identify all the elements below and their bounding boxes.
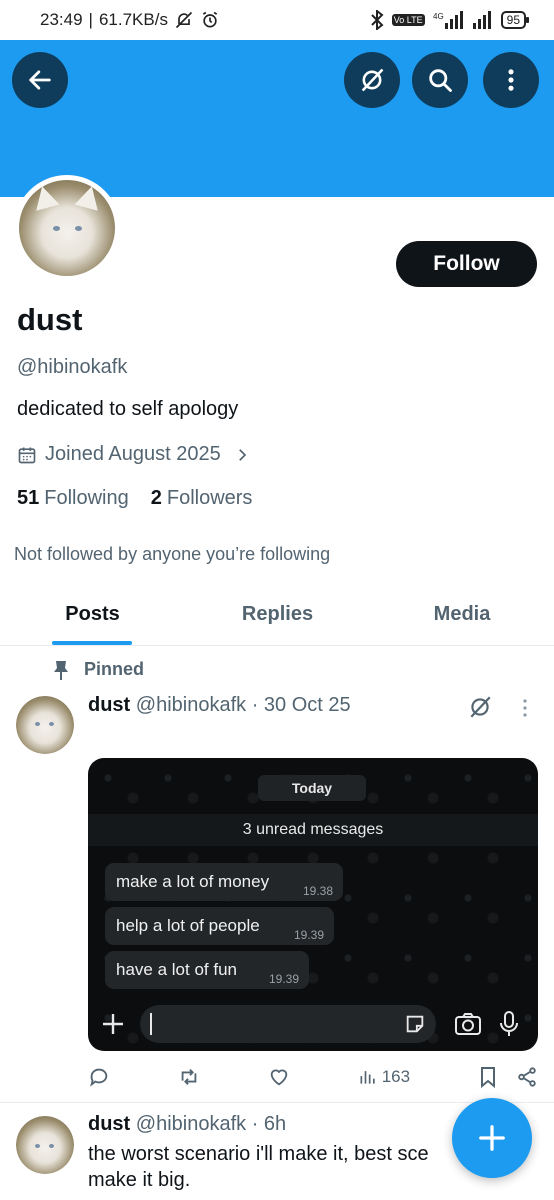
cat-ear — [74, 183, 104, 211]
microphone-icon — [500, 1011, 518, 1036]
grok-icon — [361, 68, 384, 92]
bubble-time: 19.38 — [302, 884, 333, 898]
unread-banner: 3 unread messages — [88, 814, 538, 846]
bubble-text: help a lot of people — [116, 916, 260, 935]
repost-icon[interactable] — [178, 1066, 200, 1088]
grok-icon[interactable] — [467, 694, 493, 720]
avatar-image — [19, 180, 115, 276]
cat-eye — [49, 1144, 54, 1148]
compose-button[interactable] — [452, 1098, 532, 1178]
pinned-indicator: Pinned — [52, 659, 144, 680]
post-more-icon[interactable] — [515, 697, 535, 719]
bubble-text: make a lot of money — [116, 872, 270, 891]
bubble-text: have a lot of fun — [116, 960, 237, 979]
cat-eye — [49, 722, 54, 726]
separator: | — [88, 10, 93, 29]
profile-avatar[interactable] — [14, 175, 120, 281]
post-header: dust @hibinokafk · 30 Oct 25 — [88, 694, 351, 717]
mute-bell-icon — [175, 11, 193, 29]
tab-media[interactable]: Media — [370, 590, 554, 645]
joined-text: Joined August 2025 — [45, 443, 221, 465]
tab-replies[interactable]: Replies — [185, 590, 370, 645]
views-value: 163 — [381, 1067, 411, 1086]
signal-icon: 4G — [433, 11, 463, 29]
follow-counts: 51 Following 2 Followers — [17, 487, 252, 510]
sticker-icon — [406, 1015, 424, 1033]
avatar-image — [16, 696, 74, 754]
chat-bubble: make a lot of money 19.38 — [105, 863, 343, 901]
cat-eye — [35, 722, 40, 726]
cat-eye — [35, 1144, 40, 1148]
arrow-left-icon — [29, 70, 51, 90]
search-button[interactable] — [412, 52, 468, 108]
post-handle-date: @hibinokafk · 6h — [135, 1113, 287, 1135]
right-actions — [478, 1066, 538, 1088]
status-bar: 23:49 | 61.7KB/s Vo LTE 4G 95 — [0, 0, 554, 40]
date-chip: Today — [258, 775, 366, 801]
views-count[interactable]: 163 — [358, 1067, 410, 1087]
pinned-label: Pinned — [84, 659, 145, 679]
post-image[interactable]: Today 3 unread messages make a lot of mo… — [88, 758, 538, 1051]
more-vertical-icon — [508, 69, 514, 91]
signal-icon-2 — [472, 11, 491, 29]
clock: 23:49 — [40, 10, 83, 29]
grok-button[interactable] — [344, 52, 400, 108]
text-cursor — [150, 1013, 152, 1035]
post-avatar[interactable] — [16, 696, 74, 754]
back-button[interactable] — [12, 52, 68, 108]
joined-date[interactable]: Joined August 2025 — [17, 443, 251, 466]
followers-count: 2 — [150, 487, 162, 509]
volte-badge: Vo LTE — [391, 14, 425, 26]
followers-link[interactable]: 2 Followers — [151, 487, 253, 510]
calendar-icon — [18, 447, 36, 463]
profile-handle: @hibinokafk — [17, 356, 128, 378]
bubble-time: 19.39 — [268, 972, 299, 986]
views-icon — [360, 1071, 375, 1084]
post-actions: 163 — [88, 1062, 538, 1092]
share-icon[interactable] — [516, 1066, 538, 1088]
bluetooth-icon — [371, 10, 384, 30]
chat-bubble: help a lot of people 19.39 — [105, 907, 334, 945]
bubble-time: 19.39 — [293, 928, 324, 942]
cat-ear — [30, 183, 60, 211]
profile-banner — [0, 40, 554, 197]
chat-input — [140, 1005, 436, 1043]
profile-bio: dedicated to self apology — [17, 398, 239, 420]
network-speed: 61.7KB/s — [98, 10, 168, 29]
network-type: 4G — [433, 12, 444, 21]
not-followed-notice: Not followed by anyone you’re following — [14, 544, 331, 564]
post-author-name[interactable]: dust — [88, 1113, 130, 1135]
following-count: 51 — [17, 487, 40, 509]
chevron-right-icon — [238, 448, 246, 461]
plus-icon — [103, 1014, 123, 1034]
reply-icon[interactable] — [88, 1066, 110, 1088]
camera-icon — [455, 1013, 481, 1035]
battery-indicator: 95 — [500, 11, 530, 29]
alarm-icon — [202, 11, 218, 28]
post-handle-date: @hibinokafk · 30 Oct 25 — [135, 694, 351, 716]
profile-name: dust — [17, 302, 83, 337]
pin-icon — [54, 660, 68, 680]
bookmark-icon[interactable] — [478, 1066, 498, 1088]
plus-icon — [479, 1125, 505, 1151]
following-link[interactable]: 51 Following — [17, 487, 129, 510]
chat-bubble: have a lot of fun 19.39 — [105, 951, 309, 989]
more-button[interactable] — [483, 52, 539, 108]
post-header: dust @hibinokafk · 6h — [88, 1113, 286, 1136]
post-avatar[interactable] — [16, 1116, 74, 1174]
cat-eye — [75, 226, 82, 231]
tab-posts[interactable]: Posts — [0, 590, 185, 645]
like-icon[interactable] — [268, 1066, 290, 1088]
search-icon — [429, 69, 452, 92]
avatar-image — [16, 1116, 74, 1174]
follow-button[interactable]: Follow — [396, 241, 537, 287]
profile-tabs: Posts Replies Media — [0, 590, 554, 646]
following-label: Following — [44, 487, 129, 509]
followers-label: Followers — [166, 487, 253, 509]
post-author-name[interactable]: dust — [88, 694, 130, 716]
post-text-line2: make it big. — [88, 1169, 191, 1191]
cat-eye — [53, 226, 60, 231]
post-text-line1: the worst scenario i'll make it, best sc… — [88, 1143, 429, 1165]
